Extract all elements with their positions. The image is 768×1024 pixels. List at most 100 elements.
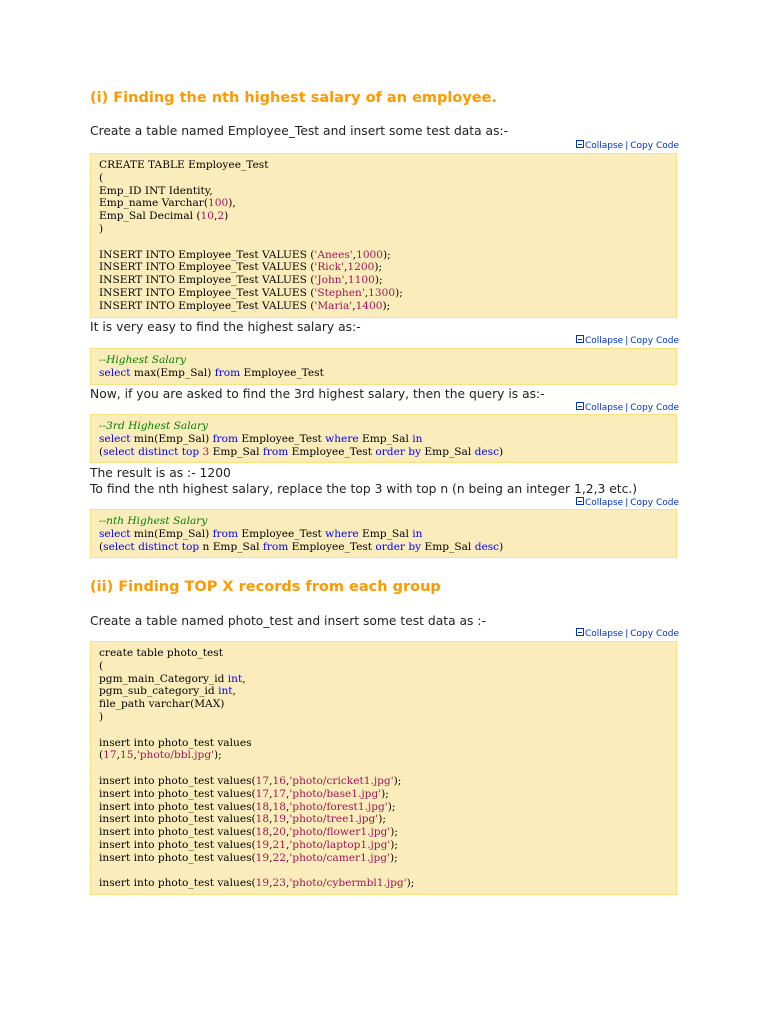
copy-code-link[interactable]: Copy Code xyxy=(630,336,679,346)
code-controls: Collapse | Copy Code xyxy=(575,497,679,509)
code-token: insert into photo_test values xyxy=(99,736,252,749)
code-line: INSERT INTO Employee_Test VALUES ('Rick'… xyxy=(99,261,668,274)
code-token: Employee_Test xyxy=(238,432,326,445)
code-token: ); xyxy=(214,749,222,762)
code-token: distinct xyxy=(138,445,179,458)
code-token: insert into photo_test values( xyxy=(99,813,256,826)
code-token: ); xyxy=(406,877,415,890)
code-token: 20 xyxy=(272,826,287,839)
code-token: 17 xyxy=(103,749,117,762)
section-heading-top-x: (ii) Finding TOP X records from each gro… xyxy=(90,579,441,595)
code-token: 15 xyxy=(120,749,134,762)
code-line: INSERT INTO Employee_Test VALUES ('Maria… xyxy=(99,300,668,313)
code-token: CREATE TABLE Employee_Test xyxy=(99,159,269,171)
copy-code-link[interactable]: Copy Code xyxy=(630,141,679,151)
code-token: ( xyxy=(99,659,104,672)
code-token: ); xyxy=(374,274,383,287)
code-token: max(Emp_Sal) xyxy=(130,366,215,379)
code-token: insert into photo_test values( xyxy=(99,851,256,864)
code-token: 17 xyxy=(255,774,270,787)
code-token: ) xyxy=(99,222,104,235)
code-token: 19 xyxy=(255,877,270,890)
collapse-link[interactable]: Collapse xyxy=(585,141,623,151)
intro-paragraph: Create a table named Employee_Test and i… xyxy=(90,124,509,138)
code-token: INSERT INTO Employee_Test VALUES ( xyxy=(99,261,315,274)
code-token: in xyxy=(412,432,423,445)
copy-code-link[interactable]: Copy Code xyxy=(630,498,679,508)
code-token: ), xyxy=(228,197,236,210)
code-line: create table photo_test xyxy=(99,647,668,660)
code-line: Emp_ID INT Identity, xyxy=(99,185,668,198)
code-token: 'Stephen' xyxy=(314,286,365,299)
code-line: select min(Emp_Sal) from Employee_Test w… xyxy=(99,528,668,541)
code-token: in xyxy=(412,527,423,540)
code-token: desc xyxy=(474,445,500,458)
code-token: 18 xyxy=(255,800,270,813)
copy-code-link[interactable]: Copy Code xyxy=(630,403,679,413)
code-token: --3rd Highest Salary xyxy=(99,420,208,432)
collapse-link[interactable]: Collapse xyxy=(585,403,623,413)
code-token: 1200 xyxy=(347,261,375,274)
code-token: insert into photo_test values( xyxy=(99,800,256,813)
code-line: ) xyxy=(99,223,668,236)
code-line: INSERT INTO Employee_Test VALUES ('Steph… xyxy=(99,287,668,300)
code-line: Emp_Sal Decimal (10,2) xyxy=(99,210,668,223)
code-token: insert into photo_test values( xyxy=(99,826,256,839)
code-token: 'photo/laptop1.jpg' xyxy=(289,838,391,851)
copy-code-link[interactable]: Copy Code xyxy=(630,629,679,639)
code-token: 'photo/bbl.jpg' xyxy=(136,749,215,762)
code-token: , xyxy=(232,685,236,698)
code-token: 1100 xyxy=(347,274,375,287)
code-line: insert into photo_test values(19,22,'pho… xyxy=(99,852,668,865)
code-line: pgm_sub_category_id int, xyxy=(99,685,668,698)
code-token: 'photo/cybermbl1.jpg' xyxy=(289,877,407,890)
code-token: file_path varchar(MAX) xyxy=(99,698,225,711)
code-token: INSERT INTO Employee_Test VALUES ( xyxy=(99,248,315,261)
code-token: int xyxy=(218,685,233,698)
code-line: select max(Emp_Sal) from Employee_Test xyxy=(99,367,668,380)
result-paragraph: The result is as :- 1200 xyxy=(90,466,231,480)
code-line: insert into photo_test values xyxy=(99,737,668,750)
code-token: select xyxy=(103,445,135,458)
code-controls: Collapse | Copy Code xyxy=(575,402,679,414)
code-line: INSERT INTO Employee_Test VALUES ('Anees… xyxy=(99,249,668,262)
collapse-icon[interactable] xyxy=(575,497,584,505)
collapse-icon[interactable] xyxy=(575,335,584,343)
code-line: insert into photo_test values(19,23,'pho… xyxy=(99,877,668,890)
photo-intro-paragraph: Create a table named photo_test and inse… xyxy=(90,614,486,628)
code-token: ); xyxy=(382,299,391,312)
code-controls: Collapse | Copy Code xyxy=(575,628,679,640)
code-token: 18 xyxy=(255,826,270,839)
code-token: --Highest Salary xyxy=(99,354,187,366)
collapse-icon[interactable] xyxy=(575,402,584,410)
code-token: from xyxy=(212,432,239,445)
code-line: ) xyxy=(99,711,668,724)
code-line: insert into photo_test values(19,21,'pho… xyxy=(99,839,668,852)
code-token: INSERT INTO Employee_Test VALUES ( xyxy=(99,274,315,287)
collapse-link[interactable]: Collapse xyxy=(585,498,623,508)
code-token: where xyxy=(325,527,359,540)
code-token: Emp_Sal xyxy=(358,432,413,445)
collapse-icon[interactable] xyxy=(575,140,584,148)
code-token: select xyxy=(103,540,135,553)
code-token: ) xyxy=(99,710,104,723)
code-token: min(Emp_Sal) xyxy=(130,527,213,540)
code-token: 1000 xyxy=(356,248,384,261)
code-token: 'Rick' xyxy=(314,261,344,274)
code-token: 23 xyxy=(272,877,287,890)
code-token: distinct xyxy=(138,540,179,553)
code-token: top xyxy=(181,540,200,553)
code-token: insert into photo_test values( xyxy=(99,787,256,800)
collapse-link[interactable]: Collapse xyxy=(585,336,623,346)
code-token: Emp_Sal Decimal ( xyxy=(99,210,201,223)
code-token: ); xyxy=(381,787,389,800)
collapse-link[interactable]: Collapse xyxy=(585,629,623,639)
collapse-icon[interactable] xyxy=(575,628,584,636)
code-token: desc xyxy=(474,540,500,553)
code-token: select xyxy=(99,366,131,379)
code-token: Employee_Test xyxy=(288,540,376,553)
code-token: Employee_Test xyxy=(240,366,324,379)
code-line: (select distinct top 3 Emp_Sal from Empl… xyxy=(99,446,668,459)
code-block-nth-highest: --nth Highest Salary select min(Emp_Sal) … xyxy=(90,509,677,559)
